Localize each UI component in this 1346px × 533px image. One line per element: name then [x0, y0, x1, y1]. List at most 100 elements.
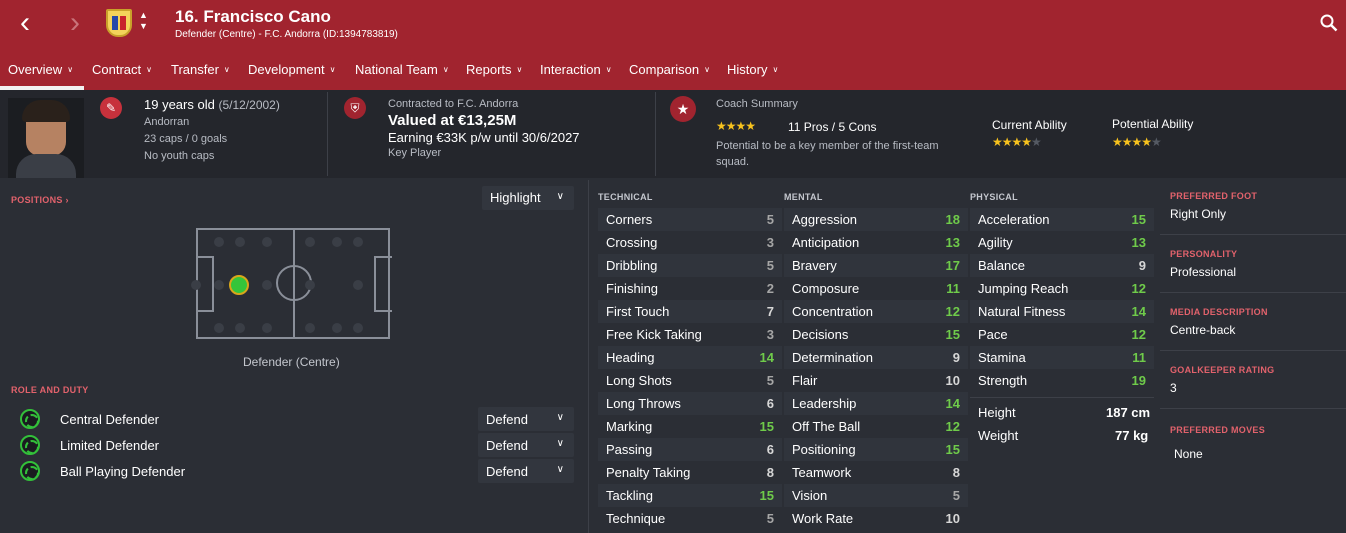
tab-transfer[interactable]: Transfer ∨	[171, 62, 230, 77]
attribute-name: Balance	[978, 258, 1025, 273]
player-youth-caps: No youth caps	[144, 150, 215, 162]
goalkeeper-rating-label: GOALKEEPER RATING	[1170, 365, 1275, 375]
attribute-value: 11	[946, 281, 960, 296]
highlight-dropdown[interactable]: Highlight ∨	[482, 186, 574, 210]
attribute-name: Agility	[978, 235, 1013, 250]
player-dob: (5/12/2002)	[218, 98, 280, 112]
contract-earning: Earning €33K p/w until 30/6/2027	[388, 130, 580, 145]
back-arrow-icon[interactable]: ‹	[20, 8, 30, 38]
tab-development[interactable]: Development ∨	[248, 62, 335, 77]
height-label: Height	[978, 405, 1016, 420]
role-suitability-icon	[20, 461, 40, 481]
chevron-down-icon: ∨	[556, 412, 564, 423]
attribute-value: 14	[945, 396, 960, 411]
attribute-name: Dribbling	[606, 258, 658, 273]
coach-summary-line-2: squad.	[716, 156, 750, 168]
attribute-row: Anticipation 13	[784, 231, 968, 254]
physical-label: PHYSICAL	[970, 192, 1018, 202]
search-icon[interactable]	[1320, 14, 1338, 32]
positions-link[interactable]: POSITIONS ›	[11, 195, 69, 205]
attribute-row: Long Throws 6	[598, 392, 782, 415]
potential-ability-stars: ★★★★★	[1112, 135, 1162, 149]
attribute-value: 15	[1131, 212, 1146, 227]
attribute-value: 14	[1131, 304, 1146, 319]
current-ability-label: Current Ability	[992, 118, 1067, 132]
attribute-value: 12	[945, 304, 960, 319]
attribute-name: Aggression	[792, 212, 858, 227]
attribute-row: Passing 6	[598, 438, 782, 461]
attribute-row: Teamwork 8	[784, 461, 968, 484]
role-duty-label: ROLE AND DUTY	[11, 385, 89, 395]
tab-national-team[interactable]: National Team ∨	[355, 62, 449, 77]
attribute-row: Decisions 15	[784, 323, 968, 346]
attribute-value: 12	[1131, 327, 1146, 342]
attribute-row: Bravery 17	[784, 254, 968, 277]
tab-interaction[interactable]: Interaction ∨	[540, 62, 612, 77]
attribute-value: 2	[766, 281, 774, 296]
attribute-row: Pace 12	[970, 323, 1154, 346]
attribute-row: Positioning 15	[784, 438, 968, 461]
attribute-value: 9	[1138, 258, 1146, 273]
attribute-name: Jumping Reach	[978, 281, 1069, 296]
player-caps: 23 caps / 0 goals	[144, 133, 228, 145]
attribute-row: Technique 5	[598, 507, 782, 530]
attribute-name: Pace	[978, 327, 1008, 342]
attribute-value: 18	[945, 212, 960, 227]
attribute-value: 5	[766, 212, 774, 227]
attribute-name: Finishing	[606, 281, 659, 296]
preferred-moves-value: None	[1174, 447, 1203, 461]
attribute-name: Long Shots	[606, 373, 672, 388]
player-name: 16. Francisco Cano	[175, 7, 331, 26]
tab-history[interactable]: History ∨	[727, 62, 778, 77]
tab-bar: Overview ∨ Contract ∨ Transfer ∨ Developmen…	[0, 57, 1346, 90]
attribute-value: 8	[766, 465, 774, 480]
duty-dropdown[interactable]: Defend ∨	[478, 459, 574, 483]
attribute-value: 5	[766, 511, 774, 526]
attribute-row: Work Rate 10	[784, 507, 968, 530]
attribute-row: Balance 9	[970, 254, 1154, 277]
attribute-row: Crossing 3	[598, 231, 782, 254]
attribute-name: Decisions	[792, 327, 849, 342]
attribute-name: Vision	[792, 488, 828, 503]
tab-reports[interactable]: Reports ∨	[466, 62, 522, 77]
attribute-row: Penalty Taking 8	[598, 461, 782, 484]
divider	[327, 92, 328, 176]
attribute-value: 9	[952, 350, 960, 365]
divider	[1160, 292, 1346, 293]
media-description-value: Centre-back	[1170, 323, 1236, 337]
personality-label: PERSONALITY	[1170, 249, 1238, 259]
attribute-name: Determination	[792, 350, 873, 365]
attribute-name: Concentration	[792, 304, 873, 319]
duty-dropdown[interactable]: Defend ∨	[478, 407, 574, 431]
personal-info-icon: ✎	[100, 97, 122, 119]
chevron-down-icon: ∨	[556, 191, 564, 202]
pros-cons: 11 Pros / 5 Cons	[788, 120, 877, 134]
attribute-row: Natural Fitness 14	[970, 300, 1154, 323]
attribute-name: Marking	[606, 419, 653, 434]
contract-crest-icon: ⛨	[344, 97, 366, 119]
tab-contract[interactable]: Contract ∨	[92, 62, 152, 77]
forward-arrow-icon[interactable]: ›	[70, 8, 80, 38]
divider	[588, 180, 589, 533]
attribute-row: Finishing 2	[598, 277, 782, 300]
attribute-row: Vision 5	[784, 484, 968, 507]
attribute-name: Bravery	[792, 258, 837, 273]
attribute-name: Leadership	[792, 396, 857, 411]
duty-dropdown[interactable]: Defend ∨	[478, 433, 574, 457]
attribute-name: Tackling	[606, 488, 653, 503]
attribute-row: Free Kick Taking 3	[598, 323, 782, 346]
tab-overview[interactable]: Overview ∨	[8, 62, 73, 77]
attribute-row: Composure 11	[784, 277, 968, 300]
attribute-row: Long Shots 5	[598, 369, 782, 392]
attribute-value: 12	[945, 419, 960, 434]
role-suitability-icon	[20, 409, 40, 429]
attribute-name: Composure	[792, 281, 860, 296]
tab-comparison[interactable]: Comparison ∨	[629, 62, 710, 77]
attribute-value: 13	[1131, 235, 1146, 250]
player-switch-icon[interactable]: ▲ ▼	[139, 10, 148, 32]
attribute-name: First Touch	[606, 304, 670, 319]
role-suitability-icon	[20, 435, 40, 455]
attribute-name: Teamwork	[792, 465, 852, 480]
weight-value: 77 kg	[1115, 428, 1149, 443]
attribute-value: 15	[945, 327, 960, 342]
